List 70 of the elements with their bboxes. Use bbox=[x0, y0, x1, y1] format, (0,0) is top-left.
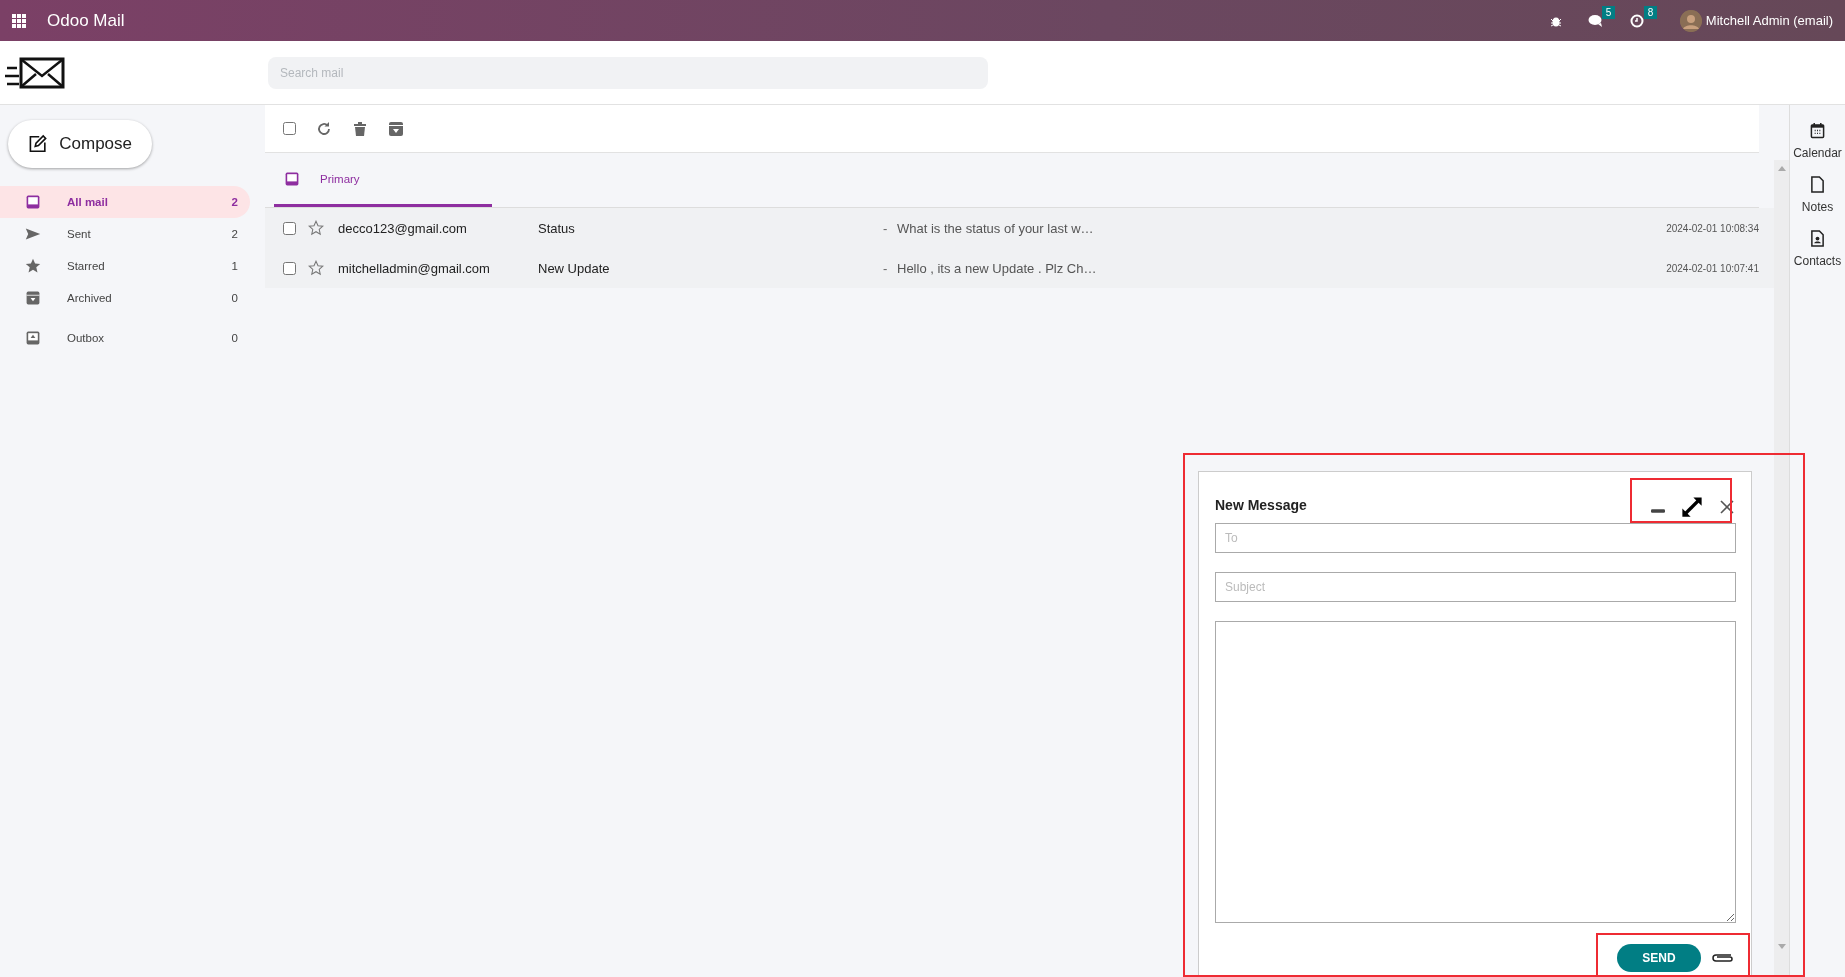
folder-label: Starred bbox=[67, 260, 106, 272]
chat-icon[interactable] bbox=[1587, 13, 1604, 28]
side-panel-item[interactable]: Calendar bbox=[1793, 122, 1842, 160]
document-icon bbox=[1810, 176, 1825, 193]
row-checkbox[interactable] bbox=[283, 261, 296, 275]
envelope-logo bbox=[5, 55, 65, 90]
folder-count: 2 bbox=[231, 196, 238, 208]
inbox-icon bbox=[284, 170, 300, 187]
folder-label: Outbox bbox=[67, 332, 106, 344]
folder-label: Sent bbox=[67, 228, 92, 240]
compose-button[interactable]: Compose bbox=[8, 120, 152, 168]
side-panel-item[interactable]: Contacts bbox=[1793, 230, 1842, 268]
message-count-badge: 5 bbox=[1601, 5, 1616, 19]
minimize-button[interactable] bbox=[1651, 509, 1665, 513]
message-row[interactable]: decco123@gmail.com Status - What is the status of your last w… 2024-02-01 10:08:34 bbox=[265, 208, 1774, 248]
side-panel-item[interactable]: Notes bbox=[1801, 176, 1834, 214]
star-icon[interactable] bbox=[308, 260, 324, 276]
calendar-icon bbox=[1810, 122, 1825, 139]
user-name[interactable]: Mitchell Admin (email) bbox=[1705, 13, 1833, 28]
separator: - bbox=[883, 260, 889, 276]
message-body-field[interactable] bbox=[1215, 621, 1736, 923]
send-button[interactable]: SEND bbox=[1617, 944, 1701, 972]
folder-count: 0 bbox=[231, 292, 238, 304]
expand-button[interactable] bbox=[1681, 496, 1703, 518]
trash-icon[interactable] bbox=[352, 120, 368, 137]
outbox-icon bbox=[25, 330, 41, 346]
folder-count: 1 bbox=[231, 260, 238, 272]
activity-count-badge: 8 bbox=[1643, 5, 1658, 19]
sender: decco123@gmail.com bbox=[338, 220, 468, 236]
app-title: Odoo Mail bbox=[47, 10, 125, 31]
search-field[interactable]: Search mail bbox=[268, 56, 988, 89]
folder-item[interactable]: Starred 1 bbox=[0, 250, 250, 282]
avatar[interactable] bbox=[1679, 9, 1702, 32]
subject-field[interactable]: Subject bbox=[1215, 572, 1736, 602]
message-date: 2024-02-01 10:07:41 bbox=[1666, 262, 1759, 274]
archive-icon bbox=[25, 290, 41, 306]
close-button[interactable] bbox=[1719, 499, 1735, 515]
folder-count: 0 bbox=[231, 332, 238, 344]
subject: Status bbox=[538, 220, 576, 236]
contact-card-icon bbox=[1810, 230, 1825, 247]
expand-icon bbox=[1681, 496, 1703, 518]
folder-item[interactable]: Outbox 0 bbox=[0, 322, 250, 354]
recipient-field[interactable]: To bbox=[1215, 523, 1736, 553]
message-date: 2024-02-01 10:08:34 bbox=[1666, 222, 1759, 234]
folder-count: 2 bbox=[231, 228, 238, 240]
close-icon bbox=[1719, 499, 1735, 515]
clock-icon[interactable] bbox=[1629, 13, 1644, 28]
paperclip-icon[interactable] bbox=[1711, 951, 1733, 965]
archive-icon[interactable] bbox=[388, 120, 404, 137]
folder-label: All mail bbox=[67, 196, 109, 208]
folder-label: Archived bbox=[67, 292, 113, 304]
folder-item[interactable]: Archived 0 bbox=[0, 282, 250, 314]
separator: - bbox=[883, 220, 889, 236]
folder-item[interactable]: All mail 2 bbox=[0, 186, 250, 218]
compose-title: New Message bbox=[1215, 497, 1308, 513]
minimize-icon bbox=[1651, 509, 1665, 513]
row-checkbox[interactable] bbox=[283, 221, 296, 235]
sender: mitchelladmin@gmail.com bbox=[338, 260, 491, 276]
star-icon[interactable] bbox=[308, 220, 324, 236]
message-row[interactable]: mitchelladmin@gmail.com New Update - Hello , its a new Update . Plz Ch… 2024-02-01 10:07:41 bbox=[265, 248, 1774, 288]
select-all-checkbox[interactable] bbox=[283, 122, 296, 135]
subject: New Update bbox=[538, 260, 611, 276]
send-icon bbox=[25, 226, 41, 242]
star-icon bbox=[25, 258, 41, 274]
message-preview: What is the status of your last w… bbox=[897, 220, 1095, 236]
message-preview: Hello , its a new Update . Plz Ch… bbox=[897, 260, 1098, 276]
inbox-icon bbox=[25, 194, 41, 210]
apps-grid-icon[interactable] bbox=[12, 13, 26, 28]
folder-item[interactable]: Sent 2 bbox=[0, 218, 250, 250]
refresh-icon[interactable] bbox=[316, 120, 332, 137]
